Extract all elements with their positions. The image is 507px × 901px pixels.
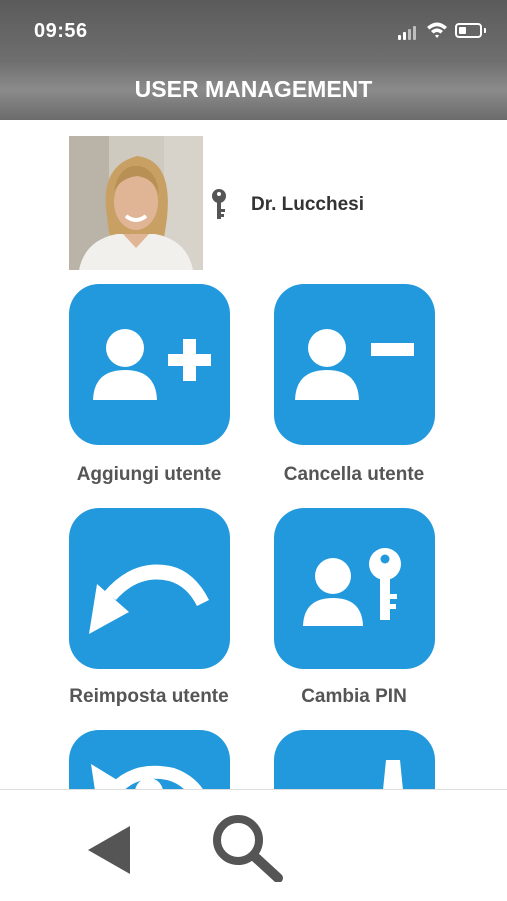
title-bar: USER MANAGEMENT (0, 60, 507, 120)
search-icon[interactable] (210, 812, 286, 882)
reset-user-button[interactable] (69, 508, 230, 669)
signal-icon (398, 24, 420, 40)
user-photo (69, 136, 203, 270)
user-key-icon (303, 548, 401, 626)
device-icon (383, 760, 403, 789)
add-user-label: Aggiungi utente (76, 464, 222, 485)
status-time: 09:56 (34, 20, 88, 42)
add-user-button[interactable] (69, 284, 230, 445)
bottom-nav (0, 789, 507, 901)
change-pin-button[interactable] (274, 508, 435, 669)
sync-icon (91, 764, 203, 789)
content-area[interactable]: Dr. Lucchesi Aggiungi utente Cancella ut… (0, 120, 507, 789)
remove-user-button[interactable] (274, 284, 435, 445)
remove-user-label: Cancella utente (283, 464, 425, 485)
remove-user-icon (295, 329, 414, 400)
device-button[interactable] (274, 730, 435, 789)
wifi-icon (427, 22, 447, 38)
status-bar: 09:56 (0, 0, 507, 60)
user-name: Dr. Lucchesi (251, 194, 364, 215)
back-triangle-icon[interactable] (86, 824, 132, 876)
sync-button[interactable] (69, 730, 230, 789)
reset-user-label: Reimposta utente (69, 686, 229, 707)
battery-tip (484, 28, 486, 33)
battery-icon (455, 23, 482, 38)
key-icon (212, 189, 226, 219)
page-title: USER MANAGEMENT (134, 76, 373, 102)
add-user-icon (93, 329, 211, 400)
reset-arrow-icon (89, 564, 209, 634)
change-pin-label: Cambia PIN (301, 686, 407, 707)
